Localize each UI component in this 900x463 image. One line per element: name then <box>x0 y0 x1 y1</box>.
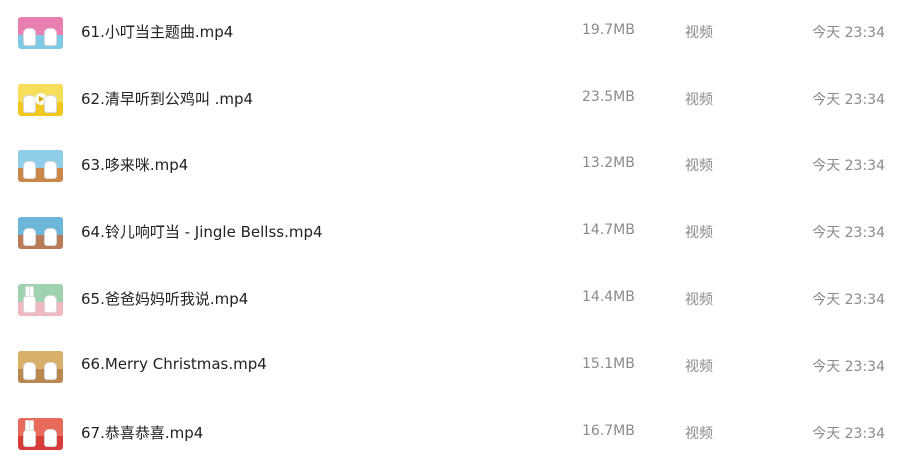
file-modified-time: 今天 23:34 <box>812 225 885 241</box>
file-name[interactable]: 66.Merry Christmas.mp4 <box>81 355 267 373</box>
file-name[interactable]: 65.爸爸妈妈听我说.mp4 <box>81 288 248 309</box>
file-modified-time: 今天 23:34 <box>812 359 885 375</box>
file-list: 61.小叮当主题曲.mp4 19.7MB 视频 今天 23:34 62.清早听到… <box>0 0 900 455</box>
character-ear <box>29 420 34 431</box>
character-figure <box>44 95 57 113</box>
file-row[interactable]: 61.小叮当主题曲.mp4 19.7MB 视频 今天 23:34 <box>0 2 900 62</box>
file-type: 视频 <box>685 426 713 442</box>
file-row[interactable]: 65.爸爸妈妈听我说.mp4 14.4MB 视频 今天 23:34 <box>0 269 900 329</box>
character-figure <box>23 161 36 179</box>
file-type: 视频 <box>685 25 713 41</box>
character-figure <box>23 295 36 313</box>
file-row[interactable]: 63.哆来咪.mp4 13.2MB 视频 今天 23:34 <box>0 135 900 195</box>
file-row[interactable]: 64.铃儿响叮当 - Jingle Bellss.mp4 14.7MB 视频 今… <box>0 202 900 262</box>
file-size: 14.7MB <box>582 222 635 238</box>
file-size: 23.5MB <box>582 89 635 105</box>
file-size: 15.1MB <box>582 356 635 372</box>
character-figure <box>23 429 36 447</box>
video-thumbnail-icon[interactable] <box>18 17 63 49</box>
file-name[interactable]: 67.恭喜恭喜.mp4 <box>81 422 203 443</box>
file-name[interactable]: 63.哆来咪.mp4 <box>81 154 188 175</box>
file-name[interactable]: 64.铃儿响叮当 - Jingle Bellss.mp4 <box>81 221 323 242</box>
video-thumbnail-icon[interactable] <box>18 284 63 316</box>
file-row[interactable]: 62.清早听到公鸡叫 .mp4 23.5MB 视频 今天 23:34 <box>0 69 900 129</box>
file-size: 16.7MB <box>582 423 635 439</box>
video-thumbnail-icon[interactable] <box>18 418 63 450</box>
file-name[interactable]: 62.清早听到公鸡叫 .mp4 <box>81 88 253 109</box>
video-thumbnail-icon[interactable] <box>18 217 63 249</box>
video-thumbnail-icon[interactable] <box>18 351 63 383</box>
character-figure <box>44 28 57 46</box>
file-size: 13.2MB <box>582 155 635 171</box>
file-row[interactable]: 66.Merry Christmas.mp4 15.1MB 视频 今天 23:3… <box>0 336 900 396</box>
file-type: 视频 <box>685 225 713 241</box>
file-modified-time: 今天 23:34 <box>812 92 885 108</box>
character-figure <box>23 362 36 380</box>
character-ear <box>29 286 34 297</box>
character-figure <box>23 228 36 246</box>
file-type: 视频 <box>685 92 713 108</box>
file-name[interactable]: 61.小叮当主题曲.mp4 <box>81 21 233 42</box>
file-row[interactable]: 67.恭喜恭喜.mp4 16.7MB 视频 今天 23:34 <box>0 403 900 463</box>
file-modified-time: 今天 23:34 <box>812 292 885 308</box>
file-modified-time: 今天 23:34 <box>812 25 885 41</box>
video-thumbnail-icon[interactable] <box>18 84 63 116</box>
file-modified-time: 今天 23:34 <box>812 426 885 442</box>
character-figure <box>23 28 36 46</box>
character-figure <box>44 228 57 246</box>
character-figure <box>44 295 57 313</box>
file-size: 14.4MB <box>582 289 635 305</box>
character-figure <box>44 429 57 447</box>
file-type: 视频 <box>685 158 713 174</box>
file-size: 19.7MB <box>582 22 635 38</box>
file-type: 视频 <box>685 292 713 308</box>
character-figure <box>44 362 57 380</box>
video-thumbnail-icon[interactable] <box>18 150 63 182</box>
file-modified-time: 今天 23:34 <box>812 158 885 174</box>
file-type: 视频 <box>685 359 713 375</box>
character-figure <box>44 161 57 179</box>
